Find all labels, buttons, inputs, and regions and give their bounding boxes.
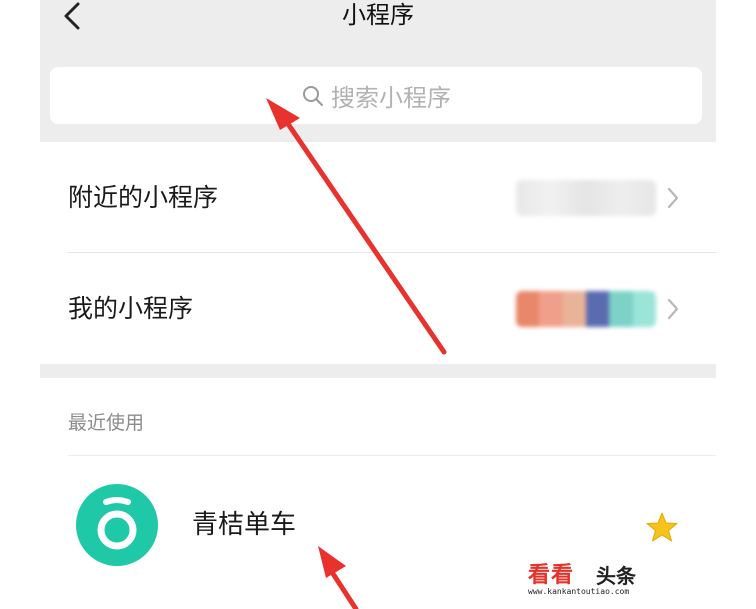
search-icon (303, 85, 323, 106)
blurred-app-icons (516, 291, 656, 327)
qingju-logo-icon (76, 484, 158, 566)
chevron-right-icon (667, 187, 679, 209)
watermark-url: www.kankantoutiao.com (528, 587, 630, 596)
divider (68, 455, 716, 456)
app-name: 青桔单车 (192, 510, 297, 540)
menu-card: 附近的小程序 我的小程序 (40, 142, 716, 364)
top-bar: 小程序 (40, 0, 716, 52)
section-title: 最近使用 (68, 412, 145, 434)
mini-program-screen: 小程序 搜索小程序 附近的小程序 我的小程序 最近使用 青桔单车 (40, 0, 716, 609)
search-input[interactable]: 搜索小程序 (50, 67, 702, 124)
watermark-logo: 看看 头条 www.kankantoutiao.com (528, 557, 678, 605)
blurred-preview (516, 180, 656, 216)
page-title: 小程序 (342, 1, 414, 29)
menu-item-label: 附近的小程序 (68, 183, 219, 212)
menu-item-label: 我的小程序 (68, 294, 194, 323)
star-icon[interactable] (646, 512, 678, 542)
chevron-right-icon (667, 298, 679, 320)
menu-item-my-mini-programs[interactable]: 我的小程序 (40, 253, 716, 364)
right-margin (716, 0, 756, 609)
watermark-suffix: 头条 (596, 564, 636, 588)
search-placeholder: 搜索小程序 (331, 84, 451, 112)
watermark-brand: 看看 (528, 563, 575, 588)
menu-item-nearby[interactable]: 附近的小程序 (40, 142, 716, 253)
left-margin (0, 0, 40, 609)
